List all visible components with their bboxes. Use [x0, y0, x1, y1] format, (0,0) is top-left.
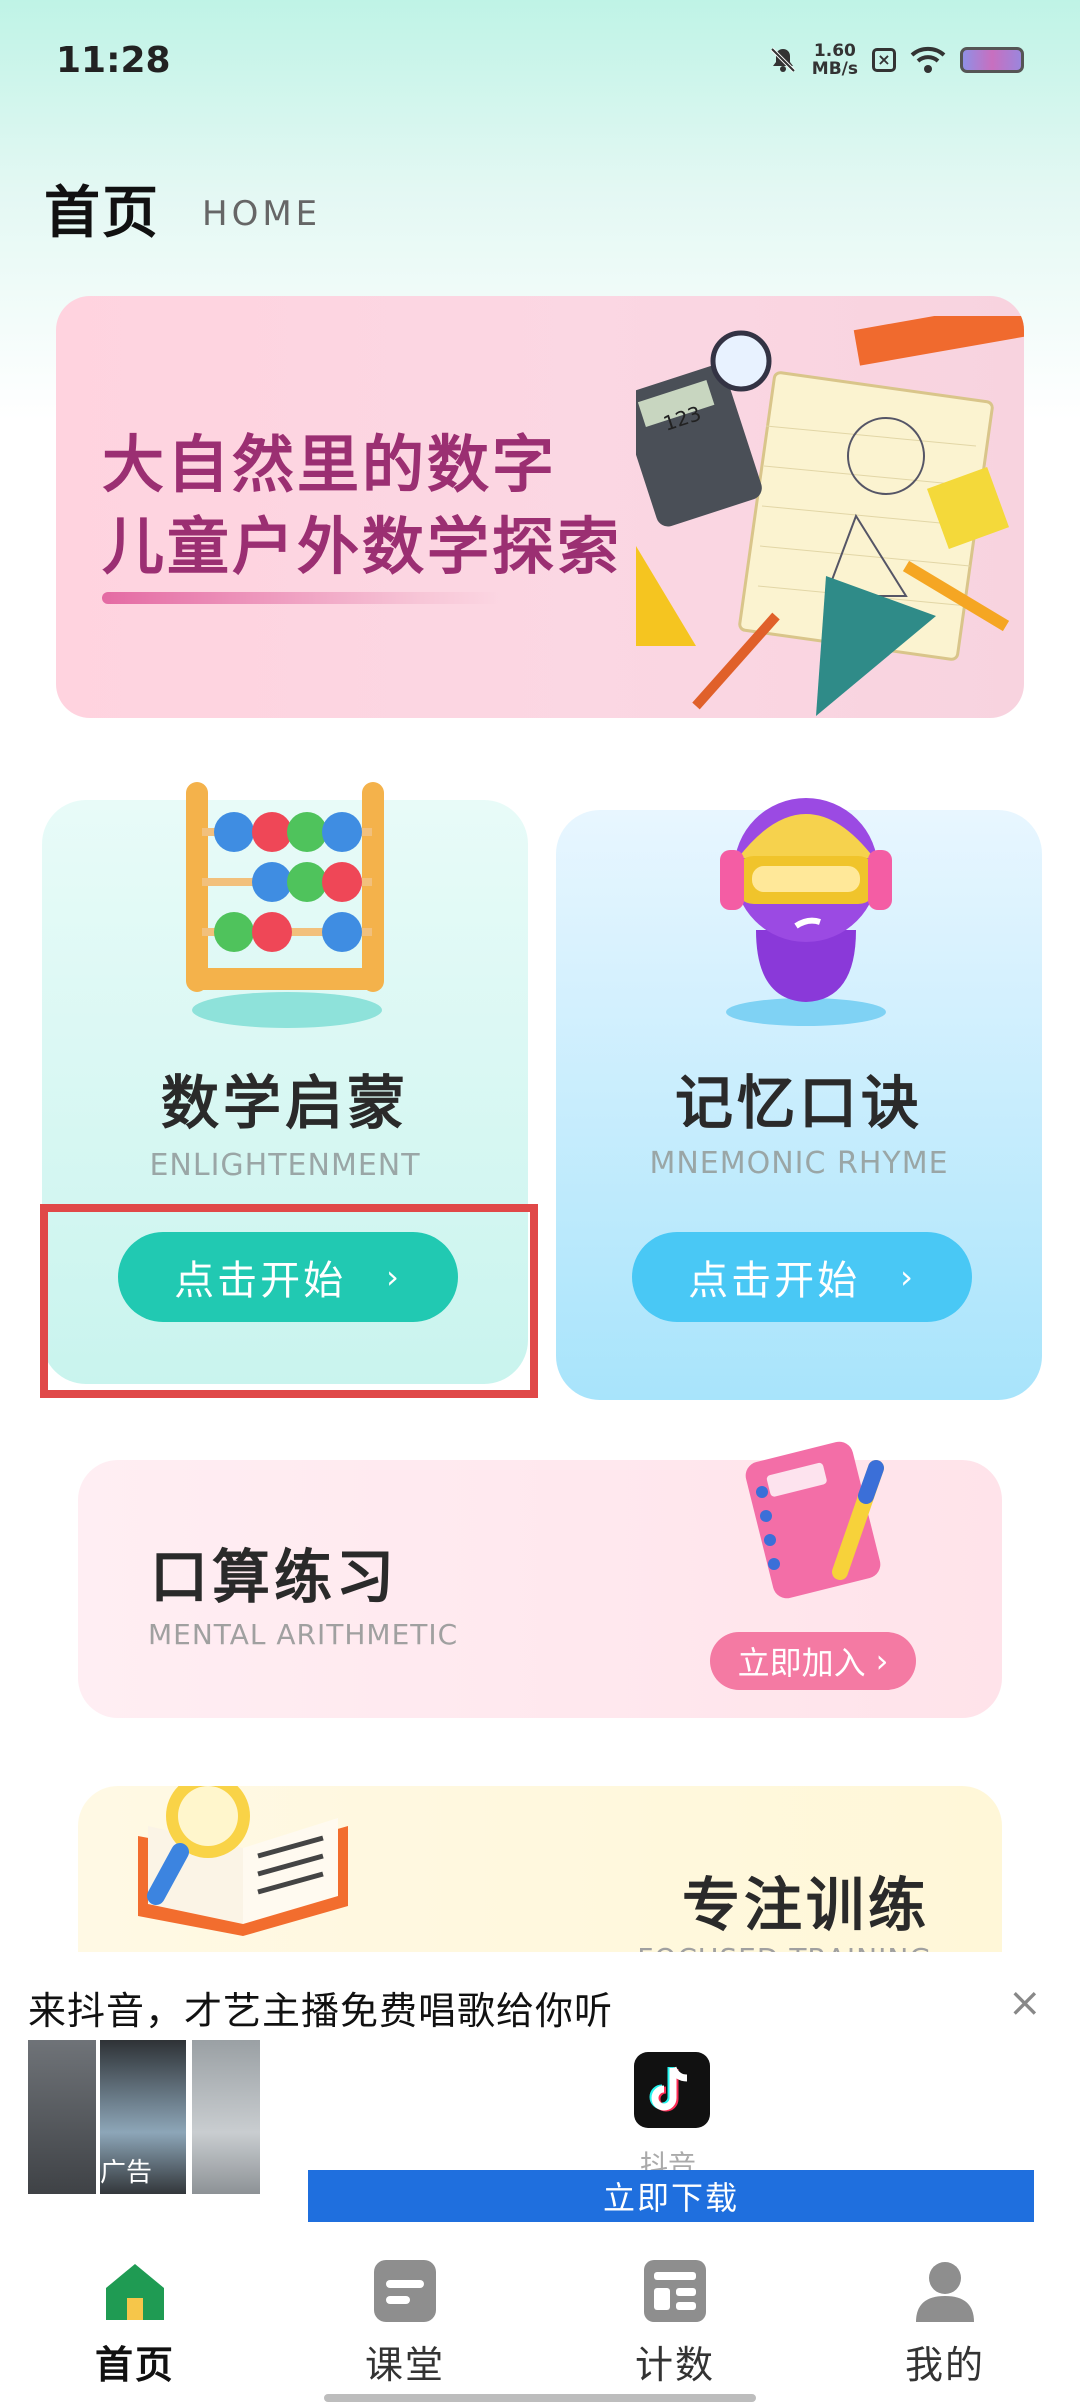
home-icon: [106, 2264, 164, 2320]
banner-headline: 大自然里的数字: [102, 428, 558, 501]
nav-item-profile[interactable]: 我的: [860, 2258, 1030, 2389]
card-mental-arithmetic[interactable]: 口算练习 MENTAL ARITHMETIC 立即加入 ›: [78, 1441, 1002, 1718]
no-sim-icon: ×: [872, 48, 896, 72]
ad-banner[interactable]: 来抖音，才艺主播免费唱歌给你听 × 广告 抖音 立即下载: [0, 1952, 1080, 2234]
network-speed-value: 1.60: [813, 41, 856, 61]
download-button[interactable]: 立即下载: [308, 2170, 1034, 2222]
join-now-button[interactable]: 立即加入 ›: [710, 1632, 916, 1690]
home-indicator[interactable]: [324, 2394, 756, 2402]
status-time: 11:28: [56, 40, 171, 81]
ad-title: 来抖音，才艺主播免费唱歌给你听: [28, 1989, 614, 2033]
bottom-nav: 首页 课堂 计数 我的: [0, 2234, 1080, 2408]
card-mnemonic-rhyme[interactable]: 记忆口诀 MNEMONIC RHYME 点击开始 ›: [556, 798, 1042, 1400]
card-title: 口算练习: [150, 1543, 399, 1611]
banner-subheadline: 儿童户外数学探索: [102, 510, 623, 583]
card-subtitle: ENLIGHTENMENT: [149, 1148, 421, 1183]
ad-thumbnail: [28, 2040, 96, 2194]
abacus-icon: [186, 782, 384, 1028]
vr-head-icon: [720, 798, 892, 1026]
nav-item-classroom[interactable]: 课堂: [320, 2258, 490, 2389]
page-title: 首页: [44, 181, 160, 246]
count-icon: [644, 2260, 706, 2322]
nav-label: 首页: [94, 2343, 175, 2387]
mnemonic-start-button[interactable]: 点击开始 ›: [632, 1232, 972, 1322]
network-speed: 1.60 MB/s: [812, 42, 858, 78]
chevron-right-icon: ›: [900, 1258, 916, 1296]
math-tools-illustration: 123: [636, 316, 1024, 716]
profile-icon: [916, 2262, 974, 2322]
status-icons: 1.60 MB/s ×: [768, 42, 1024, 78]
banner-underline: [102, 592, 502, 604]
card-focused-training[interactable]: 专注训练 FOCUSED TRAINING: [78, 1786, 1002, 1966]
nav-label: 我的: [904, 2343, 985, 2387]
button-label: 点击开始: [688, 1258, 861, 1304]
card-subtitle: MENTAL ARITHMETIC: [148, 1618, 459, 1651]
chevron-right-icon: ›: [875, 1642, 889, 1680]
ad-thumbnail: [192, 2040, 260, 2194]
promo-banner[interactable]: 大自然里的数字 儿童户外数学探索 123: [56, 296, 1024, 718]
card-subtitle: MNEMONIC RHYME: [649, 1146, 949, 1181]
close-icon[interactable]: ×: [1008, 1980, 1042, 2026]
card-title: 记忆口诀: [674, 1069, 923, 1137]
bell-muted-icon: [770, 47, 796, 73]
tiktok-logo-icon: [634, 2052, 710, 2128]
book-magnifier-icon: [138, 1786, 348, 1936]
notebook-pen-icon: [745, 1441, 884, 1599]
ad-tag: 广告: [100, 2158, 153, 2188]
battery-icon: [960, 47, 1024, 73]
nav-item-count[interactable]: 计数: [590, 2258, 760, 2389]
nav-label: 课堂: [364, 2343, 445, 2387]
nav-item-home[interactable]: 首页: [50, 2258, 220, 2389]
card-title: 专注训练: [681, 1871, 930, 1939]
nav-label: 计数: [634, 2343, 715, 2387]
network-speed-unit: MB/s: [811, 59, 858, 79]
highlight-box: [40, 1204, 538, 1398]
button-label: 立即加入: [737, 1644, 866, 1682]
classroom-icon: [374, 2260, 436, 2322]
page-subtitle: HOME: [202, 194, 322, 234]
wifi-icon: [910, 46, 946, 73]
card-title: 数学启蒙: [160, 1069, 409, 1137]
